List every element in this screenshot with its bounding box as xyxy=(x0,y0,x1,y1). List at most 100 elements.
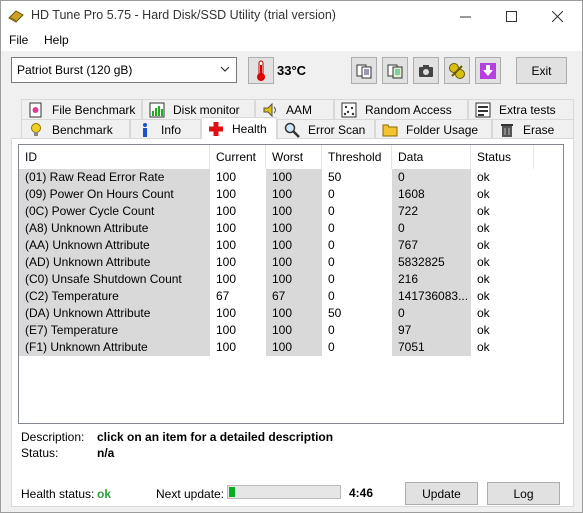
cell-worst: 100 xyxy=(266,339,322,356)
cell-id: (C0) Unsafe Shutdown Count xyxy=(19,271,210,288)
extra-tests-icon xyxy=(475,102,491,117)
tab-benchmark[interactable]: Benchmark xyxy=(21,119,130,139)
disk-monitor-icon xyxy=(149,102,165,117)
screenshot-button[interactable] xyxy=(413,57,439,84)
cell-data: 0 xyxy=(392,169,471,186)
close-icon xyxy=(551,10,563,22)
tab-extra-tests[interactable]: Extra tests xyxy=(468,99,574,119)
health-status-value: ok xyxy=(97,487,112,501)
cell-worst: 100 xyxy=(266,305,322,322)
tab-erase[interactable]: Erase xyxy=(492,119,574,139)
camera-icon xyxy=(419,64,433,77)
table-row[interactable]: (AD) Unknown Attribute 100 100 0 5832825 ok xyxy=(19,254,563,271)
update-countdown: 4:46 xyxy=(349,486,374,500)
description-label: Description: xyxy=(21,430,85,444)
minimize-button[interactable] xyxy=(442,1,488,31)
close-button[interactable] xyxy=(534,1,580,31)
cell-status: ok xyxy=(477,221,490,235)
table-row[interactable]: (A8) Unknown Attribute 100 100 0 0 ok xyxy=(19,220,563,237)
cell-threshold: 0 xyxy=(328,221,335,235)
column-header-threshold[interactable]: Threshold xyxy=(322,145,392,169)
exit-button[interactable]: Exit xyxy=(516,57,567,84)
cell-threshold: 50 xyxy=(328,170,342,184)
menu-file[interactable]: File xyxy=(9,33,28,47)
tab-health[interactable]: Health xyxy=(201,117,277,139)
info-icon xyxy=(143,122,147,137)
column-header-data[interactable]: Data xyxy=(392,145,471,169)
table-row[interactable]: (0C) Power Cycle Count 100 100 0 722 ok xyxy=(19,203,563,220)
cell-data: 7051 xyxy=(392,339,471,356)
cell-data: 1608 xyxy=(392,186,471,203)
cell-status: ok xyxy=(477,289,490,303)
thermometer-button[interactable] xyxy=(248,57,274,84)
cell-worst: 100 xyxy=(266,220,322,237)
cell-id: (DA) Unknown Attribute xyxy=(19,305,210,322)
drive-select[interactable]: Patriot Burst (120 gB) xyxy=(11,57,237,83)
toolbar: Patriot Burst (120 gB) 33°C Exit xyxy=(1,53,582,91)
cell-data: 97 xyxy=(392,322,471,339)
tab-info[interactable]: Info xyxy=(130,119,201,139)
cell-worst: 100 xyxy=(266,203,322,220)
chevron-down-icon xyxy=(220,66,230,72)
cell-id: (0C) Power Cycle Count xyxy=(19,203,210,220)
update-progress-bar xyxy=(227,485,341,499)
options-button[interactable] xyxy=(444,57,470,84)
cell-data: 141736083... xyxy=(392,288,471,305)
table-row[interactable]: (C0) Unsafe Shutdown Count 100 100 0 216 ok xyxy=(19,271,563,288)
tab-disk-monitor[interactable]: Disk monitor xyxy=(142,99,255,119)
cell-id: (01) Raw Read Error Rate xyxy=(19,169,210,186)
cell-data: 216 xyxy=(392,271,471,288)
cell-worst: 100 xyxy=(266,271,322,288)
temperature-value: 33°C xyxy=(277,63,307,78)
column-header-worst[interactable]: Worst xyxy=(266,145,322,169)
column-header-status[interactable]: Status xyxy=(471,145,534,169)
cell-current: 67 xyxy=(216,289,230,303)
cell-worst: 67 xyxy=(266,288,322,305)
cell-current: 100 xyxy=(216,255,237,269)
menu-help[interactable]: Help xyxy=(44,33,69,47)
maximize-button[interactable] xyxy=(488,1,534,31)
tab-error-scan[interactable]: Error Scan xyxy=(277,119,375,139)
bulb-icon xyxy=(31,122,41,136)
tab-file-benchmark[interactable]: File Benchmark xyxy=(21,99,142,119)
smart-table[interactable]: ID Current Worst Threshold Data Status (… xyxy=(18,144,564,424)
column-header-current[interactable]: Current xyxy=(210,145,266,169)
cell-data: 5832825 xyxy=(392,254,471,271)
table-row[interactable]: (DA) Unknown Attribute 100 100 50 0 ok xyxy=(19,305,563,322)
cell-threshold: 0 xyxy=(328,238,335,252)
cell-worst: 100 xyxy=(266,322,322,339)
tab-random-access[interactable]: Random Access xyxy=(334,99,468,119)
copy-icon xyxy=(356,64,372,78)
cell-status: ok xyxy=(477,204,490,218)
cell-threshold: 0 xyxy=(328,272,335,286)
table-row[interactable]: (AA) Unknown Attribute 100 100 0 767 ok xyxy=(19,237,563,254)
status-label: Status: xyxy=(21,446,59,460)
log-button[interactable]: Log xyxy=(487,482,560,505)
copy-all-button[interactable] xyxy=(382,57,408,84)
tab-aam[interactable]: AAM xyxy=(255,99,334,119)
copy-all-icon xyxy=(387,64,403,78)
table-row[interactable]: (E7) Temperature 100 100 0 97 ok xyxy=(19,322,563,339)
save-button[interactable] xyxy=(475,57,501,84)
table-row[interactable]: (F1) Unknown Attribute 100 100 0 7051 ok xyxy=(19,339,563,356)
tab-folder-usage[interactable]: Folder Usage xyxy=(375,119,492,139)
drive-select-value: Patriot Burst (120 gB) xyxy=(17,63,133,77)
copy-button[interactable] xyxy=(351,57,377,84)
table-row[interactable]: (C2) Temperature 67 67 0 141736083... ok xyxy=(19,288,563,305)
table-row[interactable]: (09) Power On Hours Count 100 100 0 1608 ok xyxy=(19,186,563,203)
cell-current: 100 xyxy=(216,221,237,235)
download-arrow-icon xyxy=(480,62,496,79)
update-button[interactable]: Update xyxy=(405,482,478,505)
cell-status: ok xyxy=(477,323,490,337)
cell-data: 0 xyxy=(392,220,471,237)
table-row[interactable]: (01) Raw Read Error Rate 100 100 50 0 ok xyxy=(19,169,563,186)
thermometer-icon xyxy=(257,60,265,81)
cell-current: 100 xyxy=(216,187,237,201)
title-bar: HD Tune Pro 5.75 - Hard Disk/SSD Utility… xyxy=(1,1,582,31)
menu-bar: File Help xyxy=(1,31,582,51)
cell-threshold: 0 xyxy=(328,187,335,201)
cell-id: (C2) Temperature xyxy=(19,288,210,305)
column-header-id[interactable]: ID xyxy=(19,145,210,169)
app-icon xyxy=(8,10,24,23)
cell-status: ok xyxy=(477,255,490,269)
